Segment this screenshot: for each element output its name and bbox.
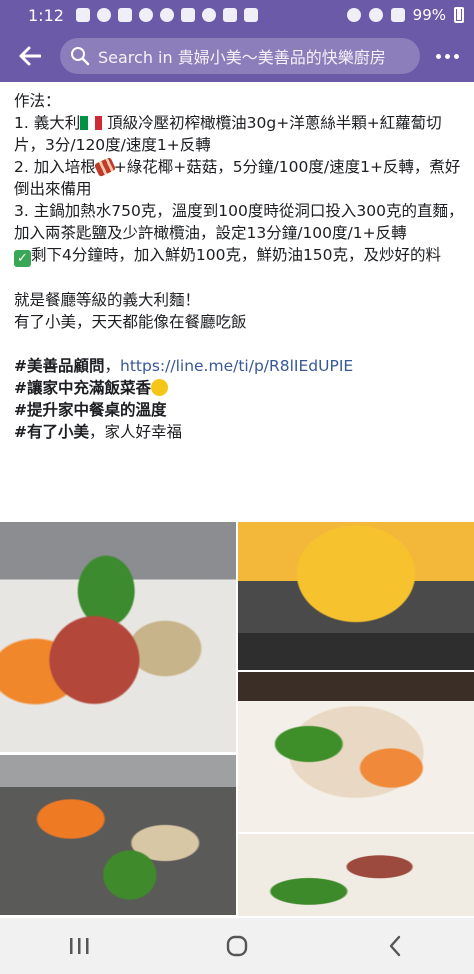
hashtag[interactable]: #讓家中充滿飯菜香 <box>14 379 151 397</box>
post-line: 就是餐廳等級的義大利麵！ <box>14 291 201 309</box>
smiley-icon <box>159 8 174 22</box>
post-line: ✓ 剩下4分鐘時，加入鮮奶100克，鮮奶油150克，及炒好的料 <box>14 244 464 267</box>
wifi-icon <box>368 8 383 22</box>
post-line: 作法： <box>14 92 61 110</box>
post-line: #美善品顧問，https://line.me/ti/p/R8lIEdUPIE <box>14 355 464 377</box>
notification-bell-icon <box>96 8 111 22</box>
bacon-icon <box>93 156 116 178</box>
recent-apps-button[interactable] <box>49 918 109 974</box>
post-text: 1. 義大利 <box>14 114 81 132</box>
hashtag[interactable]: #提升家中餐桌的溫度 <box>14 401 167 419</box>
back-button[interactable] <box>0 30 60 82</box>
photo-plated-pasta[interactable] <box>238 834 474 916</box>
back-nav-button[interactable] <box>365 918 425 974</box>
line-link[interactable]: https://line.me/ti/p/R8lIEdUPIE <box>120 357 353 375</box>
status-bar: 1:12 99% <box>0 0 474 30</box>
photo-pasta-dish[interactable] <box>238 672 474 832</box>
system-nav-bar <box>0 918 474 974</box>
post-line: #提升家中餐桌的溫度 <box>14 399 464 421</box>
back-arrow-icon <box>19 46 41 66</box>
grinning-face-icon <box>151 379 168 396</box>
more-dot-icon <box>444 53 450 59</box>
hashtag[interactable]: #美善品顧問 <box>14 357 105 375</box>
more-dot-icon <box>453 53 459 59</box>
battery-percent: 99% <box>412 6 446 24</box>
home-icon <box>226 935 248 957</box>
post-text: 2. 加入培根 <box>14 158 96 176</box>
post-text: ， <box>104 357 121 375</box>
post-line: #讓家中充滿飯菜香 <box>14 377 464 399</box>
email-icon <box>180 8 195 22</box>
post-line: 1. 義大利 頂級冷壓初榨橄欖油30g+洋蔥絲半顆+紅蘿蔔切片，3分/120度/… <box>14 112 464 156</box>
notification-icons <box>75 8 258 22</box>
status-time: 1:12 <box>28 5 64 25</box>
whatsapp-icon <box>201 8 216 22</box>
photo-cooking-bowl[interactable] <box>0 755 236 915</box>
photo-ingredients[interactable] <box>0 522 236 752</box>
post-line: 3. 主鍋加熱水750克，溫度到100度時從洞口投入300克的直麵，加入兩茶匙鹽… <box>14 202 464 242</box>
search-box[interactable]: Search in 貴婦小美～美善品的快樂廚房 <box>60 38 420 74</box>
post-line: #有了小美，家人好幸福 <box>14 421 464 443</box>
post-body: 作法： 1. 義大利 頂級冷壓初榨橄欖油30g+洋蔥絲半顆+紅蘿蔔切片，3分/1… <box>14 90 464 443</box>
more-options-button[interactable] <box>420 53 474 59</box>
sms-icon <box>75 8 90 22</box>
home-button[interactable] <box>207 918 267 974</box>
app-bar: Search in 貴婦小美～美善品的快樂廚房 <box>0 30 474 82</box>
chevron-left-icon <box>389 935 401 957</box>
search-icon <box>71 47 90 66</box>
post-text: ，家人好幸福 <box>89 423 183 441</box>
alarm-icon <box>346 8 361 22</box>
post-line: 有了小美，天天都能像在餐廳吃飯 <box>14 313 247 331</box>
signal-icon <box>390 8 405 22</box>
photo-pasta-pouring[interactable] <box>238 522 474 670</box>
facebook-icon <box>117 8 132 22</box>
heart-icon <box>138 8 153 22</box>
more-dot-icon <box>435 53 441 59</box>
post-line: 2. 加入培根 +綠花椰+菇菇，5分鐘/100度/速度1+反轉，煮好倒出來備用 <box>14 156 464 200</box>
youtube-icon-2 <box>243 8 258 22</box>
post-text: 剩下4分鐘時，加入鮮奶100克，鮮奶油150克，及炒好的料 <box>31 246 442 264</box>
hashtag[interactable]: #有了小美 <box>14 423 89 441</box>
system-icons: 99% <box>346 6 464 24</box>
search-text: Search in 貴婦小美～美善品的快樂廚房 <box>98 48 386 67</box>
italy-flag-icon <box>80 116 103 130</box>
youtube-icon <box>222 8 237 22</box>
recent-apps-icon <box>70 938 89 954</box>
check-mark-icon: ✓ <box>14 250 31 267</box>
battery-icon <box>454 7 464 23</box>
